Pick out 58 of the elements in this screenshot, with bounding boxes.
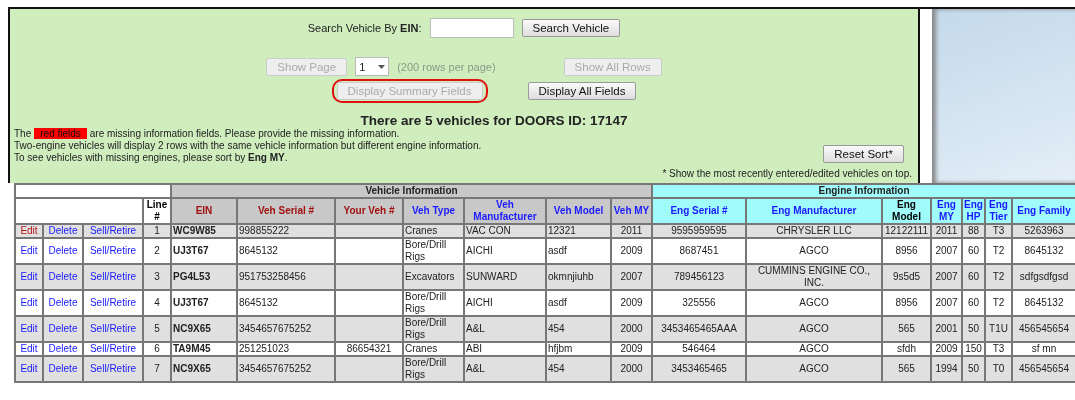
table-cell: A&L: [464, 316, 546, 342]
table-cell: SUNWARD: [464, 264, 546, 290]
column-header[interactable]: Veh Serial #: [237, 198, 335, 224]
table-cell: AICHI: [464, 238, 546, 264]
table-cell: 789456123: [652, 264, 746, 290]
table-cell: 951753258456: [237, 264, 335, 290]
table-cell: 325556: [652, 290, 746, 316]
table-cell: [335, 238, 403, 264]
group-header: Vehicle Information: [171, 184, 652, 198]
table-cell: 8687451: [652, 238, 746, 264]
sort-footnote: * Show the most recently entered/edited vehicles on top.: [662, 168, 912, 179]
page-dropdown[interactable]: 1: [355, 57, 390, 76]
vehicle-count-heading: There are 5 vehicles for DOORS ID: 17147: [359, 113, 629, 128]
table-cell: CUMMINS ENGINE CO., INC.: [746, 264, 882, 290]
row-action-link[interactable]: Edit: [15, 290, 43, 316]
table-cell: UJ3T67: [171, 238, 237, 264]
search-vehicle-button[interactable]: Search Vehicle: [521, 19, 621, 37]
row-action-link[interactable]: Edit: [15, 356, 43, 382]
table-cell: 3454657675252: [237, 316, 335, 342]
table-cell: [335, 316, 403, 342]
note-text: Two-engine vehicles will display 2 rows with the same vehicle information but different engine information.: [14, 140, 482, 152]
note-text: The: [14, 128, 32, 139]
row-action-link[interactable]: Edit: [15, 238, 43, 264]
row-action-link[interactable]: Edit: [15, 316, 43, 342]
table-cell: 3453465465: [652, 356, 746, 382]
column-header[interactable]: Your Veh #: [335, 198, 403, 224]
table-cell: [335, 356, 403, 382]
table-cell: 8645132: [237, 238, 335, 264]
caret-icon: [378, 64, 386, 69]
column-header[interactable]: Veh Manufacturer: [464, 198, 546, 224]
column-header[interactable]: EIN: [171, 198, 237, 224]
table-cell: UJ3T67: [171, 290, 237, 316]
search-label: Search Vehicle By EIN:: [307, 22, 422, 34]
table-cell: AGCO: [746, 290, 882, 316]
row-action-link[interactable]: Edit: [15, 264, 43, 290]
column-header[interactable]: Eng Serial #: [652, 198, 746, 224]
highlight-tag: red fields: [34, 128, 87, 139]
table-cell: AGCO: [746, 316, 882, 342]
group-header: Engine Information: [652, 184, 1075, 198]
table-cell: [335, 264, 403, 290]
column-header[interactable]: Eng Manufacturer: [746, 198, 882, 224]
ein-search-field[interactable]: [429, 18, 514, 38]
rows-per-page-note: (200 rows per page): [397, 60, 496, 73]
note-text: To see vehicles with missing engines, please sort by Eng MY.: [14, 152, 288, 164]
table-cell: 3453465465AAA: [652, 316, 746, 342]
table-cell: A&L: [464, 356, 546, 382]
display-fields-button[interactable]: Display All Fields: [527, 82, 637, 100]
table-cell: NC9X65: [171, 356, 237, 382]
table-cell: AGCO: [746, 238, 882, 264]
note-text: are missing information fields. Please provide the missing information.: [89, 128, 400, 139]
table-cell: AICHI: [464, 290, 546, 316]
table-cell: [335, 290, 403, 316]
table-cell: PG4L53: [171, 264, 237, 290]
table-cell: AGCO: [746, 356, 882, 382]
table-cell: 3454657675252: [237, 356, 335, 382]
reset-sort-button[interactable]: Reset Sort*: [823, 145, 904, 163]
table-cell: 8645132: [237, 290, 335, 316]
table-cell: NC9X65: [171, 316, 237, 342]
